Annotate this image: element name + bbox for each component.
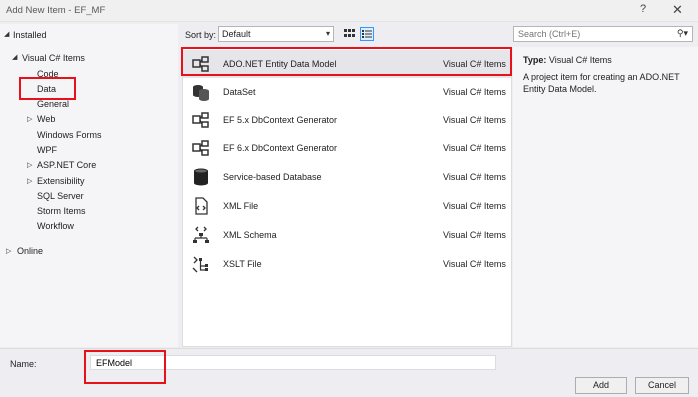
search-input[interactable] [514, 27, 669, 41]
item-category: Visual C# Items [443, 259, 506, 269]
search-box: ⚲▾ [513, 26, 693, 42]
item-name: EF 5.x DbContext Generator [223, 115, 338, 125]
type-label: Type: [523, 55, 547, 65]
list-item-ef6-dbcontext-generator[interactable]: EF 6.x DbContext Generator Visual C# Ite… [183, 134, 511, 162]
type-value: Visual C# Items [548, 55, 612, 65]
list-item-ado-net-entity-data-model[interactable]: ADO.NET Entity Data Model Visual C# Item… [183, 50, 511, 78]
collapse-arrow-icon[interactable]: ◢ [12, 53, 17, 61]
item-name: ADO.NET Entity Data Model [223, 59, 337, 69]
item-category: Visual C# Items [443, 87, 506, 97]
title-bar: Add New Item - EF_MF ? ✕ [0, 0, 698, 22]
xml-file-icon [195, 197, 208, 215]
tree-node-data[interactable]: Data [37, 84, 56, 94]
tree-node-installed[interactable]: Installed [13, 30, 47, 40]
type-line: Type: Visual C# Items [523, 55, 612, 65]
list-item-ef5-dbcontext-generator[interactable]: EF 5.x DbContext Generator Visual C# Ite… [183, 106, 511, 134]
tree-node-general[interactable]: General [37, 99, 69, 109]
database-icon [194, 168, 208, 186]
sort-toolbar: Sort by: Default ▾ [182, 24, 512, 46]
sort-dropdown[interactable]: Default ▾ [218, 26, 334, 42]
sort-value: Default [222, 29, 251, 39]
dbcontext-generator-icon [192, 112, 209, 128]
tree-node-aspnet-core[interactable]: ASP.NET Core [37, 160, 96, 170]
cancel-button[interactable]: Cancel [635, 377, 689, 394]
tree-node-storm-items[interactable]: Storm Items [37, 206, 86, 216]
item-name: XML Schema [223, 230, 277, 240]
tree-node-code[interactable]: Code [37, 69, 59, 79]
dbcontext-generator-icon [192, 140, 209, 156]
item-name: DataSet [223, 87, 256, 97]
list-item-xml-schema[interactable]: XML Schema Visual C# Items [183, 221, 511, 249]
window-title: Add New Item - EF_MF [6, 5, 106, 16]
list-item-xslt-file[interactable]: XSLT File Visual C# Items [183, 250, 511, 278]
tree-node-workflow[interactable]: Workflow [37, 221, 74, 231]
description-text: A project item for creating an ADO.NET E… [523, 72, 680, 94]
list-icon [362, 30, 372, 38]
item-category: Visual C# Items [443, 59, 506, 69]
tree-node-visual-csharp-items[interactable]: Visual C# Items [22, 53, 85, 63]
item-category: Visual C# Items [443, 201, 506, 211]
collapse-arrow-icon[interactable]: ◢ [4, 30, 9, 38]
expand-arrow-icon[interactable]: ▷ [27, 115, 32, 123]
entity-model-icon [192, 56, 209, 72]
item-category: Visual C# Items [443, 115, 506, 125]
tree-node-extensibility[interactable]: Extensibility [37, 176, 85, 186]
template-list: ADO.NET Entity Data Model Visual C# Item… [182, 47, 512, 347]
tree-node-windows-forms[interactable]: Windows Forms [37, 130, 102, 140]
item-category: Visual C# Items [443, 143, 506, 153]
dataset-icon [193, 85, 209, 101]
item-name: XML File [223, 201, 259, 211]
sort-label: Sort by: [185, 30, 217, 40]
description-pane: Type: Visual C# Items A project item for… [513, 47, 698, 347]
xml-schema-icon [193, 226, 209, 243]
tree-node-wpf[interactable]: WPF [37, 145, 57, 155]
name-input[interactable] [90, 355, 496, 370]
item-name: EF 6.x DbContext Generator [223, 143, 338, 153]
item-name: XSLT File [223, 259, 262, 269]
item-category: Visual C# Items [443, 230, 506, 240]
bottom-bar: Name: Add Cancel [0, 348, 698, 397]
item-category: Visual C# Items [443, 172, 506, 182]
grid-icon [344, 29, 355, 37]
name-label: Name: [10, 359, 37, 369]
close-button[interactable]: ✕ [672, 2, 683, 18]
help-button[interactable]: ? [640, 3, 646, 15]
expand-arrow-icon[interactable]: ▷ [27, 161, 32, 169]
xslt-file-icon [192, 256, 208, 273]
search-icon[interactable]: ⚲▾ [677, 28, 688, 39]
item-name: Service-based Database [223, 172, 322, 182]
tree-node-online[interactable]: Online [17, 246, 43, 256]
list-item-dataset[interactable]: DataSet Visual C# Items [183, 78, 511, 106]
expand-arrow-icon[interactable]: ▷ [6, 247, 11, 255]
list-view-button[interactable] [360, 27, 374, 41]
tree-node-sql-server[interactable]: SQL Server [37, 191, 84, 201]
medium-icons-view-button[interactable] [342, 27, 356, 41]
chevron-down-icon: ▾ [325, 29, 330, 38]
add-button[interactable]: Add [575, 377, 627, 394]
tree-node-web[interactable]: Web [37, 114, 55, 124]
list-item-service-based-database[interactable]: Service-based Database Visual C# Items [183, 163, 511, 191]
expand-arrow-icon[interactable]: ▷ [27, 177, 32, 185]
template-tree: ◢ Installed ◢ Visual C# Items Code Data … [0, 24, 178, 347]
list-item-xml-file[interactable]: XML File Visual C# Items [183, 192, 511, 220]
